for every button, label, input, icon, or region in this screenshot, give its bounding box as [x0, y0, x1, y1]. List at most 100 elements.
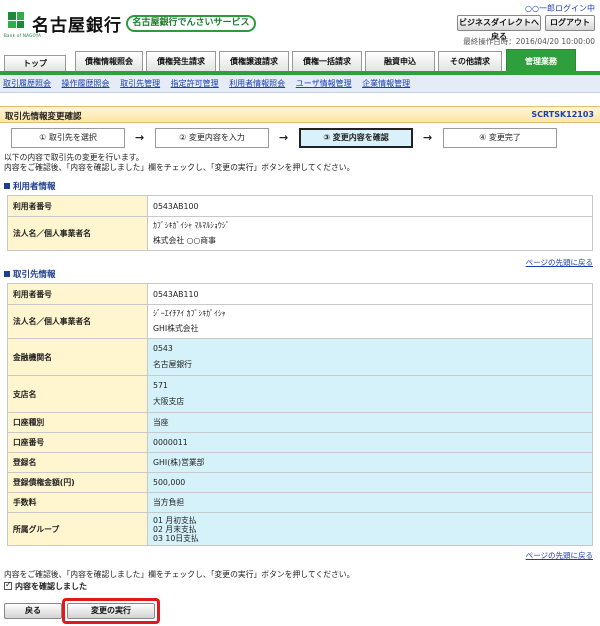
- branch-label: 支店名: [7, 375, 148, 413]
- group-item: 03 10日支払: [153, 533, 199, 543]
- submenu-user-management[interactable]: ユーザ情報管理: [296, 75, 352, 92]
- partner-user-no-label: 利用者番号: [7, 283, 148, 305]
- submenu-permission-management[interactable]: 指定許可管理: [171, 75, 219, 92]
- step-arrow-icon: →: [423, 131, 433, 144]
- branch-name: 大阪支店: [153, 397, 185, 406]
- table-row: 法人名／個人事業者名 ｼﾞｰｴｲﾁｱｲ ｶﾌﾞｼｷｶﾞｲｼｬ GHI株式会社: [7, 304, 593, 339]
- submenu-user-info[interactable]: 利用者情報照会: [229, 75, 285, 92]
- intro-line-2: 内容をご確認後、「内容を確認しました」欄をチェックし、「変更の実行」ボタンを押し…: [4, 163, 355, 172]
- intro-line-1: 以下の内容で取引先の変更を行います。: [4, 153, 144, 162]
- sub-menu: 取引履歴照会 操作履歴照会 取引先管理 指定許可管理 利用者情報照会 ユーザ情報…: [0, 75, 600, 93]
- table-row: 口座番号 0000011: [7, 432, 593, 453]
- confirm-checkbox[interactable]: [4, 580, 12, 590]
- tab-management[interactable]: 管理業務: [506, 49, 576, 71]
- group-item: 01 月初支払: [153, 515, 197, 525]
- partner-name-kanji: GHI株式会社: [153, 324, 199, 333]
- page-top-link[interactable]: ページの先頭に戻る: [526, 257, 593, 268]
- table-row: 利用者番号 0543AB110: [7, 283, 593, 305]
- tab-credit-bulk[interactable]: 債権一括請求: [292, 51, 362, 71]
- back-button[interactable]: 戻る: [4, 603, 62, 619]
- main-tabs: トップ 債権情報照会 債権発生請求 債権譲渡請求 債権一括請求 融資申込 その他…: [0, 49, 600, 71]
- step-indicator: ① 取引先を選択 → ② 変更内容を入力 → ③ 変更内容を確認 → ④ 変更完…: [0, 128, 600, 148]
- branch-code: 571: [153, 381, 168, 390]
- amount-value: 500,000: [147, 472, 593, 493]
- name-label: 法人名／個人事業者名: [7, 216, 148, 251]
- user-no-label: 利用者番号: [7, 195, 148, 217]
- step-arrow-icon: →: [279, 131, 289, 144]
- step-2: ② 変更内容を入力: [155, 128, 269, 148]
- page-title: 取引先情報変更確認: [5, 112, 82, 122]
- page-title-bar: 取引先情報変更確認 SCRTSK12103: [0, 106, 600, 123]
- table-row: 金融機関名 0543 名古屋銀行: [7, 338, 593, 376]
- registered-name-value: GHI(株)営業部: [147, 452, 593, 473]
- step-arrow-icon: →: [135, 131, 145, 144]
- step-4: ④ 変更完了: [443, 128, 557, 148]
- table-row: 利用者番号 0543AB100: [7, 195, 593, 217]
- registered-name-label: 登録名: [7, 452, 148, 473]
- group-item: 02 月末支払: [153, 524, 197, 534]
- bank-code: 0543: [153, 344, 173, 353]
- screen-code: SCRTSK12103: [531, 110, 594, 119]
- submenu-operation-history[interactable]: 操作履歴照会: [62, 75, 110, 92]
- table-row: 所属グループ 01 月初支払 02 月末支払 03 10日支払: [7, 512, 593, 546]
- bank-value: 0543 名古屋銀行: [147, 338, 593, 376]
- submenu-partner-management[interactable]: 取引先管理: [120, 75, 160, 92]
- last-operation-time: 最終操作日時：2016/04/20 10:00:00: [463, 37, 595, 46]
- table-row: 手数料 当方負担: [7, 492, 593, 513]
- submenu-transaction-history[interactable]: 取引履歴照会: [3, 75, 51, 92]
- step-3-current: ③ 変更内容を確認: [299, 128, 413, 148]
- name-kana: ｶﾌﾞｼｷｶﾞｲｼｬ ﾏﾙﾏﾙｼｮｳｼﾞ: [153, 221, 230, 230]
- user-info-heading: 利用者情報: [4, 180, 56, 192]
- tab-credit-transfer[interactable]: 債権譲渡請求: [219, 51, 289, 71]
- partner-info-heading-text: 取引先情報: [13, 270, 56, 280]
- name-kanji: 株式会社 ○○商事: [153, 236, 216, 245]
- account-no-value: 0000011: [147, 432, 593, 453]
- user-no-value: 0543AB100: [147, 195, 593, 217]
- user-login-status: ○○一郎ログイン中: [525, 4, 595, 13]
- group-value: 01 月初支払 02 月末支払 03 10日支払: [147, 512, 593, 546]
- bottom-instruction: 内容をご確認後、「内容を確認しました」欄をチェックし、「変更の実行」ボタンを押し…: [4, 570, 355, 579]
- table-row: 登録債権金額(円) 500,000: [7, 472, 593, 493]
- partner-name-value: ｼﾞｰｴｲﾁｱｲ ｶﾌﾞｼｷｶﾞｲｼｬ GHI株式会社: [147, 304, 593, 339]
- tab-credit-inquiry[interactable]: 債権情報照会: [75, 51, 143, 71]
- partner-user-no-value: 0543AB110: [147, 283, 593, 305]
- amount-label: 登録債権金額(円): [7, 472, 148, 493]
- bank-name-value: 名古屋銀行: [153, 360, 192, 369]
- bank-name-label: 金融機関名: [7, 338, 148, 376]
- service-name-badge: 名古屋銀行でんさいサービス: [126, 15, 256, 32]
- submenu-company-info[interactable]: 企業情報管理: [362, 75, 410, 92]
- account-type-label: 口座種別: [7, 412, 148, 433]
- table-row: 支店名 571 大阪支店: [7, 375, 593, 413]
- tab-loan-application[interactable]: 融資申込: [365, 51, 435, 71]
- execute-change-button[interactable]: 変更の実行: [67, 603, 155, 619]
- section-square-icon: [4, 183, 10, 189]
- fee-value: 当方負担: [147, 492, 593, 513]
- group-label: 所属グループ: [7, 512, 148, 546]
- fee-label: 手数料: [7, 492, 148, 513]
- step-1: ① 取引先を選択: [11, 128, 125, 148]
- logout-button[interactable]: ログアウト: [545, 15, 595, 31]
- confirm-checkbox-row[interactable]: 内容を確認しました: [4, 580, 87, 592]
- tab-other-requests[interactable]: その他請求: [438, 51, 502, 71]
- table-row: 法人名／個人事業者名 ｶﾌﾞｼｷｶﾞｲｼｬ ﾏﾙﾏﾙｼｮｳｼﾞ 株式会社 ○○商…: [7, 216, 593, 251]
- user-info-table: 利用者番号 0543AB100 法人名／個人事業者名 ｶﾌﾞｼｷｶﾞｲｼｬ ﾏﾙ…: [7, 195, 593, 251]
- section-square-icon: [4, 271, 10, 277]
- account-type-value: 当座: [147, 412, 593, 433]
- partner-name-label: 法人名／個人事業者名: [7, 304, 148, 339]
- business-direct-button[interactable]: ビジネスダイレクトへ戻る: [457, 15, 541, 41]
- partner-info-heading: 取引先情報: [4, 268, 56, 280]
- user-info-heading-text: 利用者情報: [13, 182, 56, 192]
- table-row: 口座種別 当座: [7, 412, 593, 433]
- confirm-checkbox-label: 内容を確認しました: [15, 582, 87, 591]
- name-value: ｶﾌﾞｼｷｶﾞｲｼｬ ﾏﾙﾏﾙｼｮｳｼﾞ 株式会社 ○○商事: [147, 216, 593, 251]
- tab-top[interactable]: トップ: [4, 55, 66, 71]
- intro-text: 以下の内容で取引先の変更を行います。 内容をご確認後、「内容を確認しました」欄を…: [4, 153, 354, 173]
- bank-logo-icon: [5, 9, 27, 31]
- account-no-label: 口座番号: [7, 432, 148, 453]
- partner-name-kana: ｼﾞｰｴｲﾁｱｲ ｶﾌﾞｼｷｶﾞｲｼｬ: [153, 309, 226, 318]
- app-header: Bank of NAGOYA 名古屋銀行 名古屋銀行でんさいサービス ○○一郎ロ…: [0, 0, 600, 50]
- table-row: 登録名 GHI(株)営業部: [7, 452, 593, 473]
- page-top-link[interactable]: ページの先頭に戻る: [526, 550, 593, 561]
- partner-info-table: 利用者番号 0543AB110 法人名／個人事業者名 ｼﾞｰｴｲﾁｱｲ ｶﾌﾞｼ…: [7, 283, 593, 546]
- tab-credit-issue[interactable]: 債権発生請求: [146, 51, 216, 71]
